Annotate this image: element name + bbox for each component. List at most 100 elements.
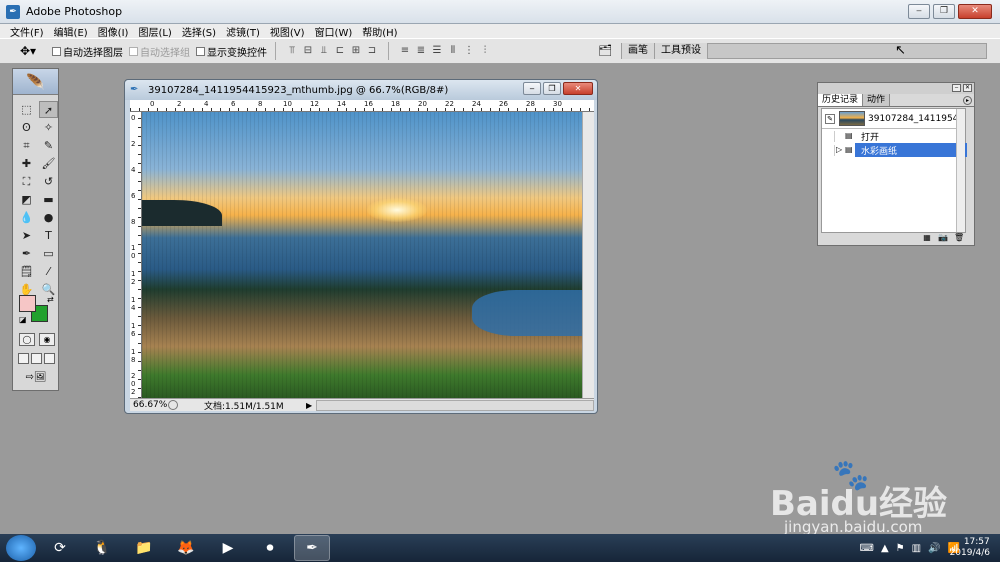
standard-screen-mode-icon[interactable] [18,353,29,364]
crop-tool-icon[interactable]: ⌗ [17,137,36,154]
align-top-icon[interactable]: ⫪ [285,44,299,58]
tray-arrow-icon[interactable]: ▲ [881,543,889,554]
close-button[interactable]: ✕ [958,4,992,19]
tab-tool-presets[interactable]: 工具预设 [655,43,708,59]
photoshop-feather-logo-icon[interactable]: 🪶 [13,69,58,95]
menu-layer[interactable]: 图层(L) [138,24,171,39]
taskbar-app-photoshop-icon[interactable]: ✒ [294,535,330,561]
quick-mask-mode-icon[interactable]: ◉ [39,333,55,346]
restore-button[interactable]: ❐ [933,4,955,19]
path-selection-tool-icon[interactable]: ➤ [17,227,36,244]
move-tool-preset-icon[interactable]: ✥▾ [20,42,46,60]
dodge-tool-icon[interactable]: ● [39,209,58,226]
taskbar-app-qq-icon[interactable]: 🐧 [84,535,120,561]
zoom-level-field[interactable]: 66.67% [130,400,168,410]
delete-state-icon[interactable]: 🗑 [954,233,964,242]
network-icon[interactable]: ▥ [912,543,921,554]
blur-tool-icon[interactable]: 💧 [17,209,36,226]
brush-tool-icon[interactable]: 🖌 [39,155,58,172]
align-vcenter-icon[interactable]: ⊟ [301,44,315,58]
keyboard-icon[interactable]: ⌨ [860,543,874,554]
history-brush-source-box[interactable] [825,130,835,142]
start-button[interactable] [6,535,36,561]
tab-actions[interactable]: 动作 [863,94,891,106]
swap-colors-icon[interactable]: ⇄ [47,295,54,304]
distribute-hcenter-icon[interactable]: ⋮ [462,44,476,58]
history-scrollbar[interactable] [956,109,965,232]
standard-mode-icon[interactable]: ◯ [19,333,35,346]
status-popup-arrow-icon[interactable]: ▶ [306,401,312,410]
panel-close-button[interactable]: ✕ [963,84,972,92]
checkbox-box[interactable] [196,46,205,56]
vertical-ruler[interactable]: 0 2 4 6 8 1 0 1 2 1 4 1 6 1 8 2 0 2 [130,112,142,398]
full-screen-mode-icon[interactable] [44,353,55,364]
align-hcenter-icon[interactable]: ⊞ [349,44,363,58]
distribute-top-icon[interactable]: ≡ [398,44,412,58]
menu-select[interactable]: 选择(S) [182,24,216,39]
jump-to-imageready-icon[interactable]: ⇨🖼 [21,371,51,385]
taskbar-clock[interactable]: 17:57 2019/4/6 [950,537,990,559]
history-state-watercolor-paper[interactable]: ▷ ▤ 水彩画纸 [822,143,967,157]
document-restore-button[interactable]: ❐ [543,82,561,95]
menu-window[interactable]: 窗口(W) [315,24,353,39]
image-canvas[interactable] [142,112,582,398]
align-bottom-icon[interactable]: ⫫ [317,44,331,58]
distribute-vcenter-icon[interactable]: ≣ [414,44,428,58]
clone-stamp-tool-icon[interactable]: ⛶ [17,173,36,190]
status-menu-icon[interactable] [168,400,178,410]
new-snapshot-icon[interactable]: 📷 [938,233,948,242]
history-brush-tool-icon[interactable]: ↺ [39,173,58,190]
distribute-left-icon[interactable]: ⦀ [446,44,460,58]
menu-help[interactable]: 帮助(H) [362,24,397,39]
history-state-open[interactable]: ▤ 打开 [822,129,965,143]
notes-tool-icon[interactable]: 🗒 [17,263,36,280]
document-close-button[interactable]: ✕ [563,82,593,95]
new-document-from-state-icon[interactable]: ▦ [922,233,932,242]
flag-icon[interactable]: ⚑ [896,543,905,554]
tab-history[interactable]: 历史记录 [818,94,864,106]
volume-icon[interactable]: 🔊 [928,543,940,554]
menu-file[interactable]: 文件(F) [10,24,44,39]
eraser-tool-icon[interactable]: ◩ [17,191,36,208]
distribute-right-icon[interactable]: ⫶ [478,44,492,58]
history-brush-source-box[interactable] [825,144,835,156]
align-left-icon[interactable]: ⊏ [333,44,347,58]
horizontal-ruler[interactable]: 0 2 4 6 8 10 12 14 16 18 20 22 24 26 28 … [130,100,594,112]
document-minimize-button[interactable]: ‒ [523,82,541,95]
taskbar-app-media-icon[interactable]: ▶ [210,535,246,561]
taskbar-app-360-icon[interactable]: ⟳ [42,535,78,561]
tab-brushes[interactable]: 画笔 [622,43,655,59]
default-colors-icon[interactable]: ◪ [19,315,27,324]
slice-tool-icon[interactable]: ✎ [39,137,58,154]
auto-select-layer-checkbox[interactable]: 自动选择图层 [52,44,123,59]
move-tool-icon[interactable]: ➚ [39,101,58,118]
snapshot-brush-source-icon[interactable]: ✎ [825,113,835,124]
history-snapshot[interactable]: ✎ 39107284_14119544115... [822,109,965,129]
menu-edit[interactable]: 编辑(E) [54,24,88,39]
magic-wand-tool-icon[interactable]: ✧ [39,119,58,136]
horizontal-scrollbar[interactable] [316,399,594,411]
gradient-tool-icon[interactable]: ▬ [39,191,58,208]
lasso-tool-icon[interactable]: ʘ [17,119,36,136]
show-transform-controls-checkbox[interactable]: 显示变换控件 [196,44,267,59]
taskbar-app-recorder-icon[interactable]: ⏺ [252,535,288,561]
eyedropper-tool-icon[interactable]: ⁄ [39,263,58,280]
file-browser-icon[interactable]: 🗂 [597,44,613,58]
taskbar-app-explorer-icon[interactable]: 📁 [126,535,162,561]
menu-filter[interactable]: 滤镜(T) [226,24,260,39]
align-right-icon[interactable]: ⊐ [365,44,379,58]
menu-view[interactable]: 视图(V) [270,24,305,39]
pen-tool-icon[interactable]: ✒ [17,245,36,262]
panel-minimize-button[interactable]: ‒ [952,84,961,92]
taskbar-app-firefox-icon[interactable]: 🦊 [168,535,204,561]
menu-image[interactable]: 图像(I) [98,24,129,39]
shape-tool-icon[interactable]: ▭ [39,245,58,262]
full-screen-menu-mode-icon[interactable] [31,353,42,364]
foreground-color-swatch[interactable] [19,295,36,312]
type-tool-icon[interactable]: T [39,227,58,244]
checkbox-box[interactable] [52,46,61,56]
panel-titlebar[interactable]: ‒ ✕ [818,83,974,94]
distribute-bottom-icon[interactable]: ☰ [430,44,444,58]
vertical-scrollbar[interactable] [582,112,594,398]
panel-menu-icon[interactable]: ▸ [963,96,972,105]
